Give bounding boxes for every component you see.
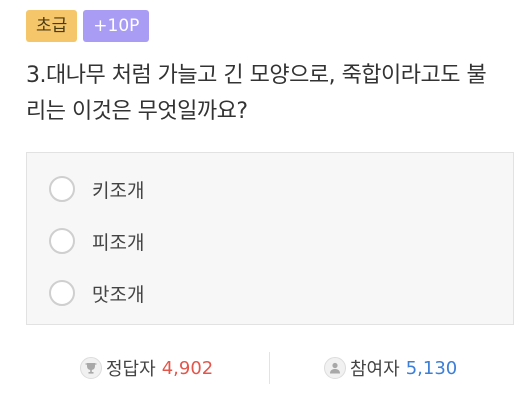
radio-button[interactable]	[49, 176, 75, 202]
correct-count: 정답자 4,902	[80, 352, 213, 384]
answer-option-label: 키조개	[92, 179, 145, 202]
participants-label: 참여자	[350, 359, 400, 380]
person-icon	[324, 357, 346, 379]
quiz-stats: 정답자 4,902 참여자 5,130	[26, 352, 514, 384]
trophy-icon	[80, 357, 102, 379]
answer-option-1[interactable]: 키조개	[49, 173, 144, 205]
participant-count: 참여자 5,130	[324, 352, 457, 384]
answer-option-3[interactable]: 맛조개	[49, 277, 144, 309]
badge-row: 초급 +10P	[26, 10, 150, 42]
correct-value: 4,902	[161, 357, 214, 379]
stats-divider	[269, 352, 270, 384]
answer-option-label: 맛조개	[92, 283, 145, 306]
question-text: 3.대나무 처럼 가늘고 긴 모양으로, 죽합이라고도 불리는 이것은 무엇일까…	[26, 63, 487, 124]
answer-options: 키조개 피조개 맛조개	[26, 152, 514, 325]
participants-value: 5,130	[405, 357, 458, 379]
answer-option-2[interactable]: 피조개	[49, 225, 144, 257]
correct-label: 정답자	[106, 359, 156, 380]
difficulty-badge: 초급	[26, 10, 78, 42]
radio-button[interactable]	[49, 280, 75, 306]
points-badge: +10P	[83, 10, 150, 42]
answer-option-label: 피조개	[92, 231, 145, 254]
radio-button[interactable]	[49, 228, 75, 254]
